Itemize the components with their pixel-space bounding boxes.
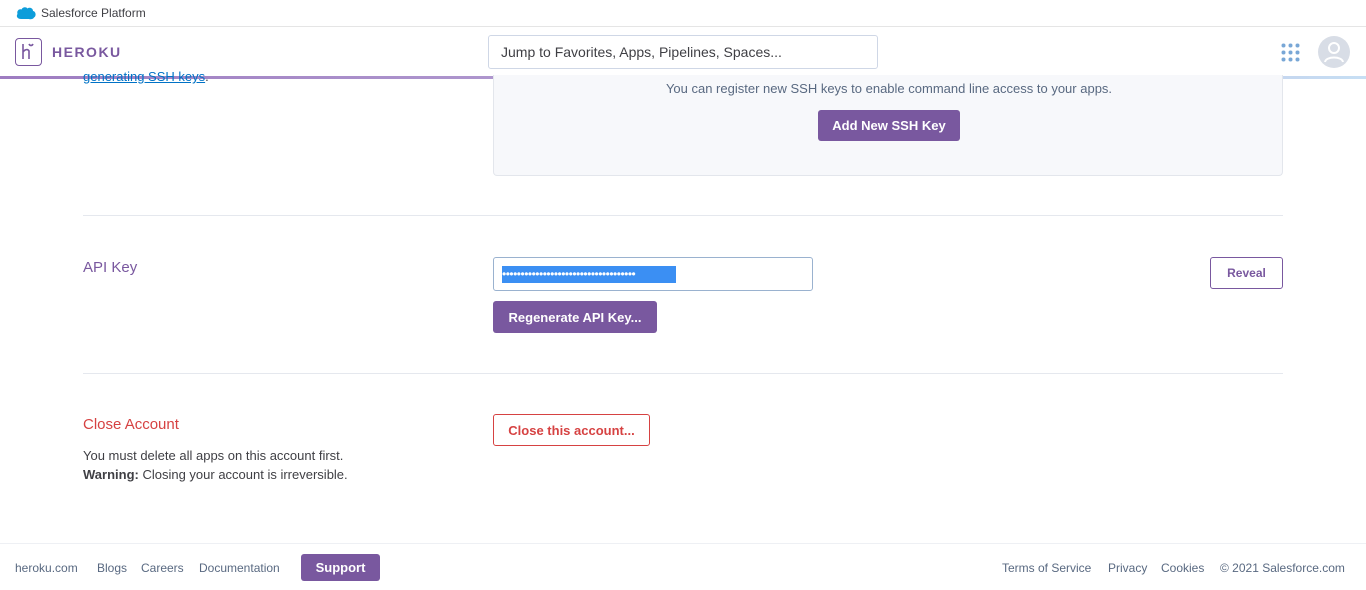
ssh-help-suffix: .: [205, 69, 209, 84]
ssh-keys-panel: You can register new SSH keys to enable …: [493, 75, 1283, 176]
warning-text: Closing your account is irreversible.: [138, 467, 348, 482]
section-divider: [83, 373, 1283, 374]
footer-link-careers[interactable]: Careers: [141, 561, 184, 575]
platform-bar: Salesforce Platform: [0, 0, 1366, 27]
apps-grid-icon[interactable]: [1281, 43, 1300, 62]
brand-name[interactable]: HEROKU: [52, 44, 122, 60]
section-divider: [83, 215, 1283, 216]
api-key-masked-value: ••••••••••••••••••••••••••••••••••••: [502, 266, 676, 283]
search-input[interactable]: [488, 35, 878, 69]
footer-copyright[interactable]: © 2021 Salesforce.com: [1220, 561, 1345, 575]
heroku-logo-icon[interactable]: [15, 38, 42, 66]
generating-ssh-keys-link[interactable]: generating SSH keys: [83, 69, 205, 84]
footer-link-heroku[interactable]: heroku.com: [15, 561, 78, 575]
footer-link-documentation[interactable]: Documentation: [199, 561, 280, 575]
close-account-warning: Warning: Closing your account is irrever…: [83, 465, 348, 484]
close-account-line1: You must delete all apps on this account…: [83, 448, 344, 463]
footer-link-blogs[interactable]: Blogs: [97, 561, 127, 575]
api-key-title: API Key: [83, 259, 138, 276]
reveal-api-key-button[interactable]: Reveal: [1210, 257, 1283, 289]
user-avatar[interactable]: [1318, 36, 1350, 68]
close-account-message: You must delete all apps on this account…: [83, 446, 348, 484]
add-ssh-key-button[interactable]: Add New SSH Key: [818, 110, 960, 141]
salesforce-cloud-icon: [16, 7, 36, 20]
footer-link-cookies[interactable]: Cookies: [1161, 561, 1204, 575]
warning-label: Warning:: [83, 467, 139, 482]
api-key-field[interactable]: ••••••••••••••••••••••••••••••••••••: [493, 257, 813, 291]
footer-link-privacy[interactable]: Privacy: [1108, 561, 1147, 575]
close-account-button[interactable]: Close this account...: [493, 414, 650, 446]
support-button[interactable]: Support: [301, 554, 380, 581]
ssh-keys-message: You can register new SSH keys to enable …: [665, 81, 1113, 96]
footer: heroku.com Blogs Careers Documentation S…: [0, 543, 1366, 590]
regenerate-api-key-button[interactable]: Regenerate API Key...: [493, 301, 657, 333]
footer-link-terms[interactable]: Terms of Service: [1002, 561, 1091, 575]
close-account-title: Close Account: [83, 416, 179, 433]
ssh-help-text: generating SSH keys.: [83, 67, 209, 86]
platform-title: Salesforce Platform: [41, 6, 146, 20]
